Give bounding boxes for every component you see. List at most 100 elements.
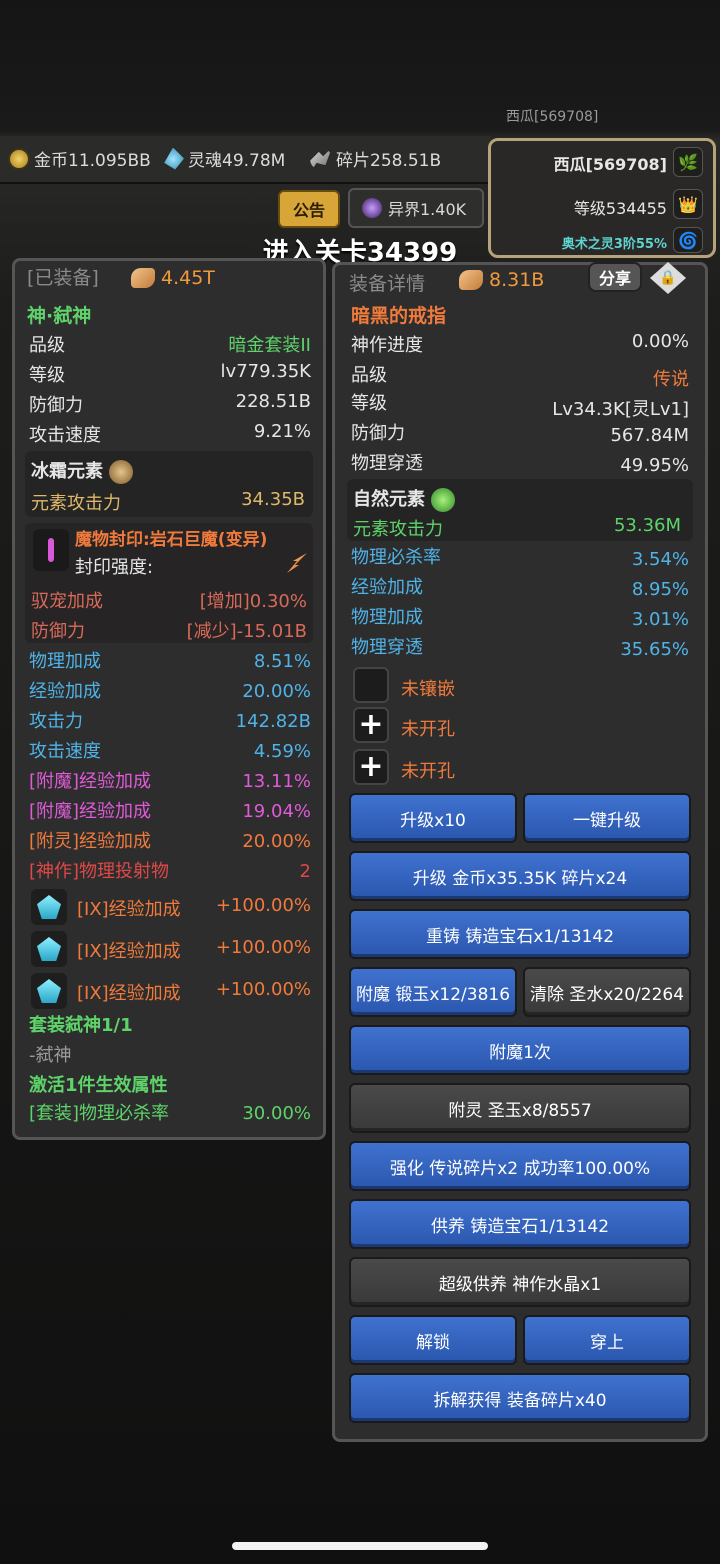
player-level: 等级534455: [573, 199, 667, 218]
set-member: -弑神: [29, 1045, 72, 1066]
enchant-once-button[interactable]: 附魔1次: [349, 1025, 691, 1075]
bonus-value: 3.54%: [631, 549, 689, 570]
one-click-upgrade-button[interactable]: 一键升级: [523, 793, 691, 843]
set-bonus-value: 30.00%: [242, 1103, 311, 1124]
element-attack-label: 元素攻击力: [31, 493, 121, 514]
reforge-button[interactable]: 重铸 铸造宝石x1/13142: [349, 909, 691, 959]
enchant-label: [附魔]经验加成: [29, 771, 152, 792]
leaf-icon[interactable]: 🌿: [673, 147, 703, 177]
bonus-label: 物理加成: [29, 651, 101, 672]
upgrade-button[interactable]: 升级 金币x35.35K 碎片x24: [349, 851, 691, 901]
enchant-value: 13.11%: [242, 771, 311, 792]
seal-stat-value: [增加]0.30%: [199, 591, 307, 612]
seal-title: 魔物封印:岩石巨魔(变异): [75, 530, 268, 550]
seal-stat-label: 防御力: [31, 621, 85, 642]
nature-element-section: 自然元素 元素攻击力 53.36M: [347, 479, 693, 541]
detail-header: 装备详情: [349, 273, 426, 295]
item-name: 神·弑神: [27, 305, 92, 327]
bonus-value: 8.51%: [253, 651, 311, 672]
bonus-label: 物理穿透: [351, 637, 423, 658]
enchant-button[interactable]: 附魔 锻玉x12/3816: [349, 967, 517, 1017]
stat-value: 暗金套装II: [228, 335, 311, 356]
equip-button[interactable]: 穿上: [523, 1315, 691, 1365]
empty-socket[interactable]: [353, 667, 389, 703]
bonus-label: 物理必杀率: [351, 547, 441, 568]
stat-value: lv779.35K: [220, 361, 311, 382]
gem-value: +100.00%: [215, 937, 311, 958]
element-attack-value: 53.36M: [613, 515, 681, 536]
gem-icon[interactable]: [31, 889, 67, 925]
plus-icon[interactable]: +: [353, 707, 389, 743]
seal-icon: [33, 529, 69, 571]
seal-stat-value: [减少]-15.01B: [186, 621, 307, 642]
unlock-button[interactable]: 解锁: [349, 1315, 517, 1365]
frost-element-section: 冰霜元素 元素攻击力 34.35B: [25, 451, 313, 517]
stat-label: 攻击速度: [29, 425, 101, 446]
gem-label: [IX]经验加成: [77, 899, 181, 920]
stat-value: 0.00%: [631, 331, 689, 352]
bonus-label: 经验加成: [351, 577, 423, 598]
portal-icon: [362, 198, 382, 218]
stat-value: 49.95%: [620, 455, 689, 476]
bonus-value: 3.01%: [631, 609, 689, 630]
stat-value: 传说: [653, 369, 689, 390]
element-attack-value: 34.35B: [241, 489, 305, 510]
bonus-label: 物理加成: [351, 607, 423, 628]
bonus-value: 35.65%: [620, 639, 689, 660]
stat-value: 9.21%: [253, 421, 311, 442]
element-name: 冰霜元素: [31, 457, 134, 484]
player-name: 西瓜[569708]: [553, 155, 667, 174]
gold-coin-icon: [8, 147, 30, 170]
spirit-attach-button[interactable]: 附灵 圣玉x8/8557: [349, 1083, 691, 1133]
equipped-item-panel: [已装备] 4.45T 神·弑神 品级 暗金套装II 等级 lv779.35K …: [12, 258, 326, 1140]
stat-label: 防御力: [351, 423, 405, 444]
stat-label: 等级: [351, 393, 387, 414]
bonus-value: 20.00%: [242, 681, 311, 702]
socket-label: 未开孔: [401, 761, 455, 782]
spirit-label: [附灵]经验加成: [29, 831, 152, 852]
detail-power: 8.31B: [459, 269, 544, 291]
dismantle-button[interactable]: 拆解获得 装备碎片x40: [349, 1373, 691, 1423]
stat-label: 等级: [29, 365, 65, 386]
mountain-icon: [109, 460, 134, 484]
strengthen-button[interactable]: 强化 传说碎片x2 成功率100.00%: [349, 1141, 691, 1191]
fragment-resource: 碎片258.51B: [310, 146, 441, 171]
seal-stat-label: 驭宠加成: [31, 591, 103, 612]
bonus-value: 4.59%: [253, 741, 311, 762]
socket-label: 未开孔: [401, 719, 455, 740]
bonus-label: 攻击力: [29, 711, 83, 732]
gem-icon[interactable]: [31, 931, 67, 967]
gem-icon[interactable]: [31, 973, 67, 1009]
notice-button[interactable]: 公告: [278, 190, 340, 228]
super-feed-button[interactable]: 超级供养 神作水晶x1: [349, 1257, 691, 1307]
feed-button[interactable]: 供养 铸造宝石1/13142: [349, 1199, 691, 1249]
bonus-label: 经验加成: [29, 681, 101, 702]
bonus-value: 8.95%: [631, 579, 689, 600]
stat-value: 228.51B: [235, 391, 311, 412]
equipped-power: 4.45T: [131, 267, 215, 289]
item-detail-panel: 装备详情 8.31B 暗黑的戒指 神作进度 0.00% 品级 传说 等级 Lv3…: [332, 262, 708, 1442]
soul-icon: [164, 147, 184, 170]
gem-label: [IX]经验加成: [77, 983, 181, 1004]
stat-value: Lv34.3K[灵Lv1]: [552, 399, 689, 420]
set-activate: 激活1件生效属性: [29, 1075, 168, 1096]
strength-arm-icon: [131, 268, 155, 288]
upgrade-x10-button[interactable]: 升级x10: [349, 793, 517, 843]
element-name: 自然元素: [353, 485, 456, 512]
element-attack-label: 元素攻击力: [353, 519, 443, 540]
set-title: 套装弑神1/1: [29, 1015, 133, 1036]
enchant-value: 19.04%: [242, 801, 311, 822]
home-indicator[interactable]: [232, 1542, 488, 1550]
stat-label: 神作进度: [351, 335, 423, 356]
gem-value: +100.00%: [215, 895, 311, 916]
stat-value: 567.84M: [610, 425, 689, 446]
leaf-icon: [431, 488, 456, 512]
gem-value: +100.00%: [215, 979, 311, 1000]
clear-button[interactable]: 清除 圣水x20/2264: [523, 967, 691, 1017]
monster-seal-section: 魔物封印:岩石巨魔(变异) 封印强度: 驭宠加成 [增加]0.30% 防御力 […: [25, 523, 313, 643]
crown-icon[interactable]: 👑: [673, 189, 703, 219]
share-button[interactable]: 分享: [588, 262, 642, 292]
otherworld-button[interactable]: 异界1.40K: [348, 188, 484, 228]
fragment-icon: [310, 147, 332, 170]
plus-icon[interactable]: +: [353, 749, 389, 785]
